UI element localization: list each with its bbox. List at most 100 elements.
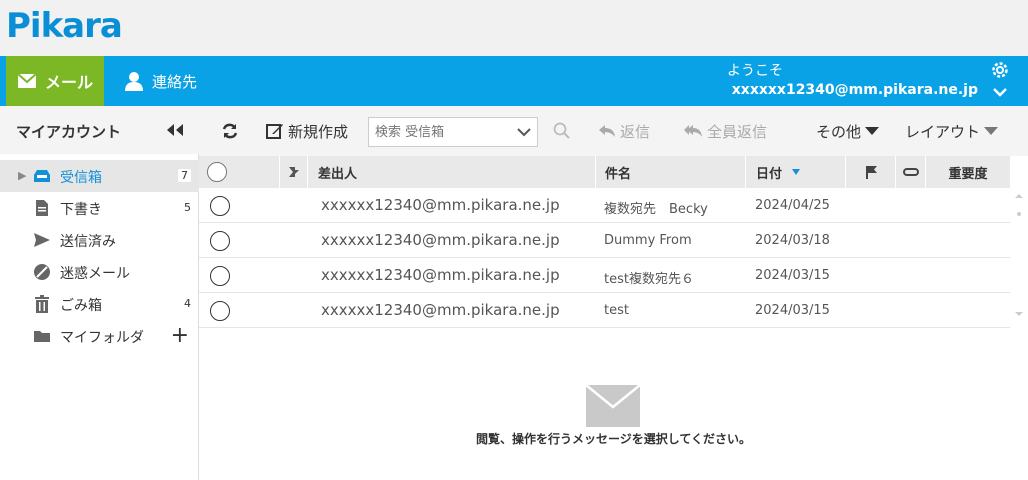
row-date: 2024/04/25 [755,198,830,213]
logo-bar: Pikara [0,0,1028,56]
column-from[interactable]: 差出人 [307,156,595,188]
folder-label: 送信済み [60,234,116,250]
spam-icon [34,264,50,280]
search-box[interactable] [368,117,538,147]
folder-sent[interactable]: 送信済み [0,224,199,256]
gear-icon[interactable] [990,60,1010,80]
sidebar-header: マイアカウント [0,106,199,154]
expand-arrow-icon[interactable]: ▶ [18,169,26,182]
caret-down-icon [865,127,880,135]
row-from: xxxxxx12340@mm.pikara.ne.jp [321,231,560,249]
search-scope-dropdown[interactable] [511,118,537,146]
select-all-checkbox[interactable] [199,156,235,188]
compose-icon [266,124,283,139]
logo-text: Pikara [6,6,123,46]
message-row[interactable]: xxxxxx12340@mm.pikara.ne.jp Dummy From 2… [199,223,1010,258]
column-flag[interactable] [845,156,895,188]
compose-label: 新規作成 [288,122,349,141]
row-subject: 複数宛先 Becky [604,202,708,217]
row-checkbox[interactable] [210,231,230,251]
folder-inbox[interactable]: ▶ 受信箱 7 [0,160,199,192]
compose-button[interactable]: 新規作成 [266,106,348,156]
column-importance-label: 重要度 [948,166,988,182]
row-from: xxxxxx12340@mm.pikara.ne.jp [321,266,560,284]
folder-label: 下書き [60,202,102,218]
chevron-down-icon[interactable] [992,84,1008,100]
list-scrollbar[interactable] [1010,188,1028,328]
collapse-sidebar-icon[interactable] [164,122,186,138]
reply-icon [599,125,615,137]
inbox-icon [34,170,50,182]
flag-icon [865,166,877,179]
reply-label: 返信 [620,122,651,141]
sidebar-title: マイアカウント [16,123,122,141]
more-label: その他 [816,122,862,141]
trash-icon [35,295,49,313]
reply-all-icon [684,125,702,137]
more-menu-button[interactable]: その他 [816,106,880,156]
folder-trash[interactable]: ごみ箱 4 [0,288,199,320]
envelope-icon [17,73,37,88]
row-subject: test複数宛先６ [604,272,694,287]
folder-my-folders[interactable]: マイフォルダ + [0,320,199,352]
column-attachment[interactable] [895,156,925,188]
message-row[interactable]: xxxxxx12340@mm.pikara.ne.jp 複数宛先 Becky 2… [199,188,1010,223]
row-date: 2024/03/15 [755,303,830,318]
row-subject: test [604,303,629,318]
column-date[interactable]: 日付 [745,156,845,188]
row-checkbox[interactable] [210,196,230,216]
folder-label: マイフォルダ [60,330,144,346]
unread-count: 7 [178,169,191,182]
row-date: 2024/03/15 [755,268,830,283]
preview-pane: 閲覧、操作を行うメッセージを選択してください。 [199,330,1028,480]
layout-menu-button[interactable]: レイアウト [905,106,999,156]
welcome-text: ようこそ [727,63,783,79]
row-from: xxxxxx12340@mm.pikara.ne.jp [321,196,560,214]
reply-all-button[interactable]: 全員返信 [683,106,767,156]
row-subject: Dummy From [604,233,692,248]
search-input[interactable] [369,118,509,146]
column-importance[interactable]: 重要度 [925,156,1010,188]
account-email[interactable]: xxxxxx12340@mm.pikara.ne.jp [732,82,978,98]
folder-label: 迷惑メール [60,266,130,282]
caret-down-icon [984,127,999,135]
thread-icon [288,167,299,177]
search-button[interactable] [553,106,571,156]
sort-desc-icon [792,169,801,175]
pikara-logo[interactable]: Pikara [6,6,123,46]
folder-count: 5 [184,201,191,214]
reply-button[interactable]: 返信 [598,106,650,156]
envelope-placeholder-icon [586,385,640,427]
person-icon [125,72,143,91]
row-from: xxxxxx12340@mm.pikara.ne.jp [321,301,560,319]
empty-preview-message: 閲覧、操作を行うメッセージを選択してください。 [475,432,752,446]
layout-label: レイアウト [905,122,981,141]
message-row[interactable]: xxxxxx12340@mm.pikara.ne.jp test 2024/03… [199,293,1010,328]
column-subject-label: 件名 [605,166,632,182]
reply-all-label: 全員返信 [707,122,768,141]
folder-spam[interactable]: 迷惑メール [0,256,199,288]
row-checkbox[interactable] [210,266,230,286]
toolbar: 新規作成 返信 全員返信 その他 レイアウト [199,106,1028,156]
sent-icon [34,233,50,247]
column-subject[interactable]: 件名 [595,156,745,188]
folder-drafts[interactable]: 下書き 5 [0,192,199,224]
chevron-down-icon [517,128,531,137]
message-list: xxxxxx12340@mm.pikara.ne.jp 複数宛先 Becky 2… [199,188,1010,328]
nav-contacts-tab[interactable]: 連絡先 [124,56,197,106]
select-all-circle [207,162,227,182]
search-icon [553,122,570,139]
add-folder-button[interactable]: + [171,323,189,348]
sidebar: マイアカウント ▶ 受信箱 7 下書き 5 送信済み 迷惑メール ごみ箱 4 マ… [0,106,199,480]
nav-mail-label: メール [44,73,93,92]
top-nav: メール 連絡先 ようこそ xxxxxx12340@mm.pikara.ne.jp [0,56,1028,106]
column-from-label: 差出人 [318,166,358,182]
message-list-header: 差出人 件名 日付 重要度 [199,156,1010,188]
row-date: 2024/03/18 [755,233,830,248]
nav-mail-tab[interactable]: メール [6,56,104,106]
thread-column[interactable] [279,156,307,188]
folder-count: 4 [184,297,191,310]
refresh-button[interactable] [221,106,239,156]
row-checkbox[interactable] [210,301,230,321]
message-row[interactable]: xxxxxx12340@mm.pikara.ne.jp test複数宛先６ 20… [199,258,1010,293]
